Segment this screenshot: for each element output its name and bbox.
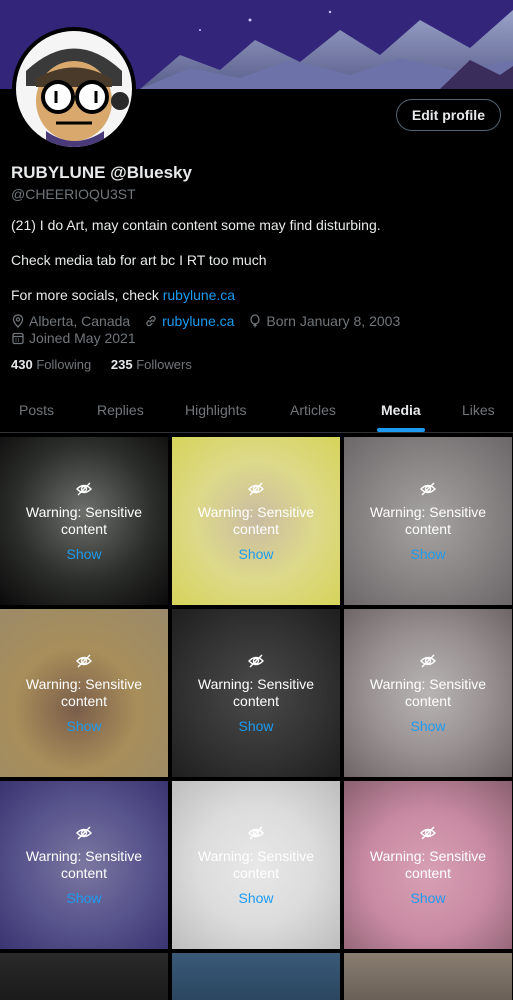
following-label: Following [36, 357, 92, 372]
display-name: RUBYLUNE @Bluesky [11, 163, 192, 182]
bio-line: (21) I do Art, may contain content some … [11, 217, 381, 233]
avatar[interactable] [12, 27, 136, 151]
calendar-icon [12, 332, 24, 345]
tab-articles[interactable]: Articles [290, 390, 336, 432]
eye-slash-icon [248, 654, 264, 668]
show-button[interactable]: Show [66, 890, 101, 906]
website[interactable]: rubylune.ca [144, 313, 234, 329]
media-item[interactable]: Warning: Sensitive content Show [344, 609, 512, 777]
show-button[interactable]: Show [238, 890, 273, 906]
tab-posts[interactable]: Posts [19, 390, 54, 432]
follow-stats: 430 Following 235 Followers [11, 357, 192, 372]
joined-date: Joined May 2021 [11, 330, 136, 346]
tab-media-label: Media [381, 402, 421, 418]
sensitive-warning: Warning: Sensitive content [25, 676, 143, 709]
eye-slash-icon [248, 482, 264, 496]
sensitive-warning: Warning: Sensitive content [197, 676, 315, 709]
show-button[interactable]: Show [410, 718, 445, 734]
media-item[interactable]: Warning: Sensitive content Show [344, 437, 512, 605]
sensitive-warning: Warning: Sensitive content [197, 504, 315, 537]
following-link[interactable]: 430 Following [11, 357, 91, 372]
bio-link[interactable]: rubylune.ca [163, 287, 235, 303]
birthday: Born January 8, 2003 [248, 313, 400, 329]
media-item[interactable]: Warning: Sensitive content Show [172, 609, 340, 777]
tab-likes[interactable]: Likes [462, 390, 495, 432]
sensitive-warning: Warning: Sensitive content [197, 848, 315, 881]
eye-slash-icon [76, 654, 92, 668]
followers-label: Followers [136, 357, 192, 372]
media-item[interactable]: Warning: Sensitive content Show [344, 781, 512, 949]
active-tab-indicator [377, 428, 425, 432]
eye-slash-icon [420, 482, 436, 496]
tab-highlights[interactable]: Highlights [185, 390, 246, 432]
bio-line: For more socials, check rubylune.ca [11, 287, 235, 303]
media-item[interactable]: Warning: Sensitive content Show [0, 437, 168, 605]
media-item[interactable] [0, 953, 168, 1000]
followers-link[interactable]: 235 Followers [111, 357, 192, 372]
birthday-text: Born January 8, 2003 [266, 313, 401, 329]
show-button[interactable]: Show [66, 718, 101, 734]
show-button[interactable]: Show [410, 890, 445, 906]
media-item[interactable]: Warning: Sensitive content Show [0, 609, 168, 777]
following-count: 430 [11, 357, 33, 372]
media-item[interactable]: Warning: Sensitive content Show [0, 781, 168, 949]
profile-tabs: Posts Replies Highlights Articles Media … [0, 390, 513, 433]
eye-slash-icon [76, 482, 92, 496]
eye-slash-icon [420, 826, 436, 840]
profile-meta: Alberta, Canada rubylune.ca Born January… [11, 313, 410, 331]
eye-slash-icon [76, 826, 92, 840]
eye-slash-icon [420, 654, 436, 668]
sensitive-warning: Warning: Sensitive content [25, 848, 143, 881]
location-text: Alberta, Canada [29, 313, 131, 329]
media-item[interactable]: Warning: Sensitive content Show [172, 781, 340, 949]
media-item[interactable]: Warning: Sensitive content Show [172, 437, 340, 605]
bio-text: For more socials, check [11, 287, 163, 303]
media-item[interactable] [344, 953, 512, 1000]
user-handle: @CHEERIOQU3ST [11, 186, 136, 202]
show-button[interactable]: Show [238, 546, 273, 562]
sensitive-warning: Warning: Sensitive content [369, 676, 487, 709]
bio-line: Check media tab for art bc I RT too much [11, 252, 267, 268]
link-icon [146, 315, 156, 327]
balloon-icon [250, 314, 261, 328]
sensitive-warning: Warning: Sensitive content [25, 504, 143, 537]
show-button[interactable]: Show [238, 718, 273, 734]
edit-profile-button[interactable]: Edit profile [395, 99, 501, 131]
tab-replies[interactable]: Replies [97, 390, 144, 432]
location: Alberta, Canada [11, 313, 130, 329]
eye-slash-icon [248, 826, 264, 840]
sensitive-warning: Warning: Sensitive content [369, 504, 487, 537]
joined-text: Joined May 2021 [29, 330, 136, 346]
location-icon [12, 314, 24, 328]
followers-count: 235 [110, 357, 133, 372]
show-button[interactable]: Show [66, 546, 101, 562]
website-link[interactable]: rubylune.ca [162, 313, 234, 329]
show-button[interactable]: Show [410, 546, 445, 562]
sensitive-warning: Warning: Sensitive content [369, 848, 487, 881]
media-item[interactable] [172, 953, 340, 1000]
tab-media[interactable]: Media [377, 390, 425, 432]
